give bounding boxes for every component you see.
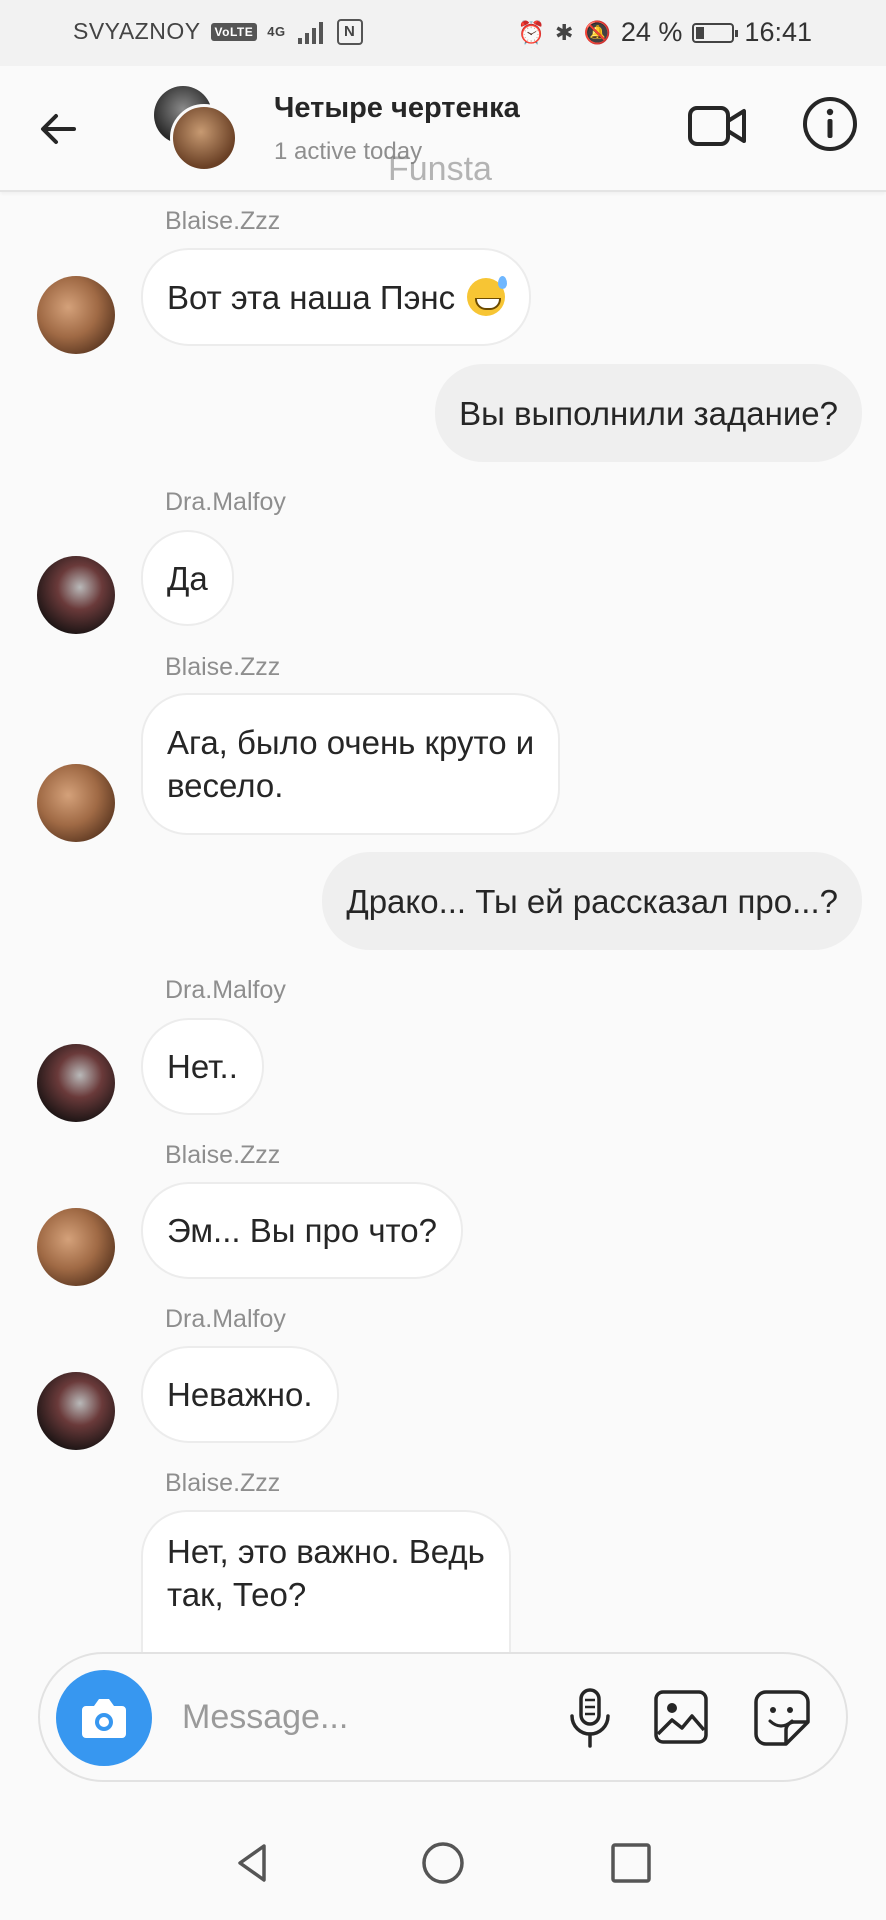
message-bubble-incoming[interactable]: Неважно. bbox=[141, 1346, 339, 1443]
video-call-icon[interactable] bbox=[686, 96, 748, 156]
message-bubble-outgoing[interactable]: Вы выполнили задание? bbox=[435, 364, 862, 462]
message-bubble-incoming[interactable]: Да bbox=[141, 530, 234, 626]
info-icon[interactable] bbox=[800, 94, 860, 154]
nav-back-icon[interactable] bbox=[230, 1840, 276, 1886]
chat-header: Четыре чертенка 1 active today Funsta bbox=[0, 66, 886, 192]
message-text-line: так, Тео? bbox=[167, 1576, 307, 1613]
message-text: Да bbox=[167, 559, 208, 597]
system-navigation-bar bbox=[0, 1800, 886, 1920]
message-bubble-incoming[interactable]: Нет, это важно. Ведь так, Тео? bbox=[141, 1510, 511, 1652]
message-bubble-incoming[interactable]: Вот эта наша Пэнс bbox=[141, 248, 532, 346]
message-text-line: Ага, было очень круто и bbox=[167, 724, 535, 761]
avatar-draco[interactable] bbox=[37, 556, 115, 634]
volte-badge: VoLTE bbox=[210, 22, 258, 41]
sender-name: Dra.Malfoy bbox=[165, 1305, 286, 1333]
sender-name: Blaise.Zzz bbox=[165, 207, 281, 235]
signal-icon bbox=[297, 20, 323, 44]
sender-name: Dra.Malfoy bbox=[165, 976, 286, 1004]
message-bubble-incoming[interactable]: Нет.. bbox=[141, 1018, 264, 1115]
message-text: Вы выполнили задание? bbox=[459, 394, 838, 432]
microphone-icon[interactable] bbox=[560, 1686, 620, 1750]
message-text: Нет.. bbox=[167, 1048, 238, 1085]
alarm-icon: ⏰ bbox=[517, 19, 546, 45]
group-avatar[interactable] bbox=[154, 86, 238, 172]
message-bubble-outgoing[interactable]: Драко... Ты ей рассказал про...? bbox=[322, 852, 862, 950]
back-arrow-icon[interactable] bbox=[34, 104, 84, 154]
sender-name: Blaise.Zzz bbox=[165, 1141, 281, 1169]
clock: 16:41 bbox=[744, 17, 812, 47]
avatar-blaise[interactable] bbox=[37, 764, 115, 842]
avatar-draco[interactable] bbox=[37, 1372, 115, 1450]
status-left: SVYAZNOY VoLTE 4G N bbox=[73, 18, 363, 45]
message-text: Вот эта наша Пэнс bbox=[167, 278, 456, 316]
status-right: ⏰ ✱ 🔕 24 % 16:41 bbox=[518, 17, 812, 48]
message-text: Неважно. bbox=[167, 1376, 313, 1413]
sender-name: Blaise.Zzz bbox=[165, 653, 281, 681]
network-type: 4G bbox=[267, 24, 286, 39]
message-bubble-incoming[interactable]: Ага, было очень круто и весело. bbox=[141, 693, 561, 835]
mute-notifications-icon: 🔕 bbox=[583, 19, 611, 45]
group-avatar-front bbox=[170, 104, 238, 172]
gallery-icon[interactable] bbox=[652, 1688, 710, 1746]
message-text-line: Нет, это важно. Ведь bbox=[167, 1533, 485, 1570]
watermark: Funsta bbox=[388, 150, 492, 188]
camera-icon bbox=[82, 1699, 126, 1738]
chat-title[interactable]: Четыре чертенка bbox=[274, 92, 520, 125]
nav-home-icon[interactable] bbox=[420, 1840, 466, 1886]
message-input[interactable] bbox=[180, 1690, 544, 1744]
avatar-blaise[interactable] bbox=[37, 1208, 115, 1286]
sticker-icon[interactable] bbox=[752, 1688, 812, 1748]
battery-fill bbox=[696, 26, 705, 39]
nfc-icon: N bbox=[336, 18, 363, 45]
battery-icon bbox=[692, 22, 739, 43]
battery-percent: 24 % bbox=[620, 17, 683, 47]
sender-name: Dra.Malfoy bbox=[165, 488, 286, 516]
carrier-name: SVYAZNOY bbox=[73, 18, 201, 44]
message-text: Драко... Ты ей рассказал про...? bbox=[346, 882, 838, 920]
bluetooth-icon: ✱ bbox=[555, 19, 574, 45]
sweat-smile-emoji-icon bbox=[467, 276, 508, 316]
message-bubble-incoming[interactable]: Эм... Вы про что? bbox=[141, 1182, 463, 1279]
sender-name: Blaise.Zzz bbox=[165, 1469, 281, 1497]
avatar-draco[interactable] bbox=[37, 1044, 115, 1122]
message-composer bbox=[38, 1652, 848, 1782]
nav-recents-icon[interactable] bbox=[608, 1840, 654, 1886]
message-text-line: весело. bbox=[167, 767, 284, 804]
message-text: Эм... Вы про что? bbox=[167, 1212, 437, 1249]
camera-button[interactable] bbox=[56, 1670, 152, 1766]
avatar-blaise[interactable] bbox=[37, 276, 115, 354]
status-bar: SVYAZNOY VoLTE 4G N ⏰ ✱ 🔕 24 % 16:41 bbox=[0, 0, 886, 66]
